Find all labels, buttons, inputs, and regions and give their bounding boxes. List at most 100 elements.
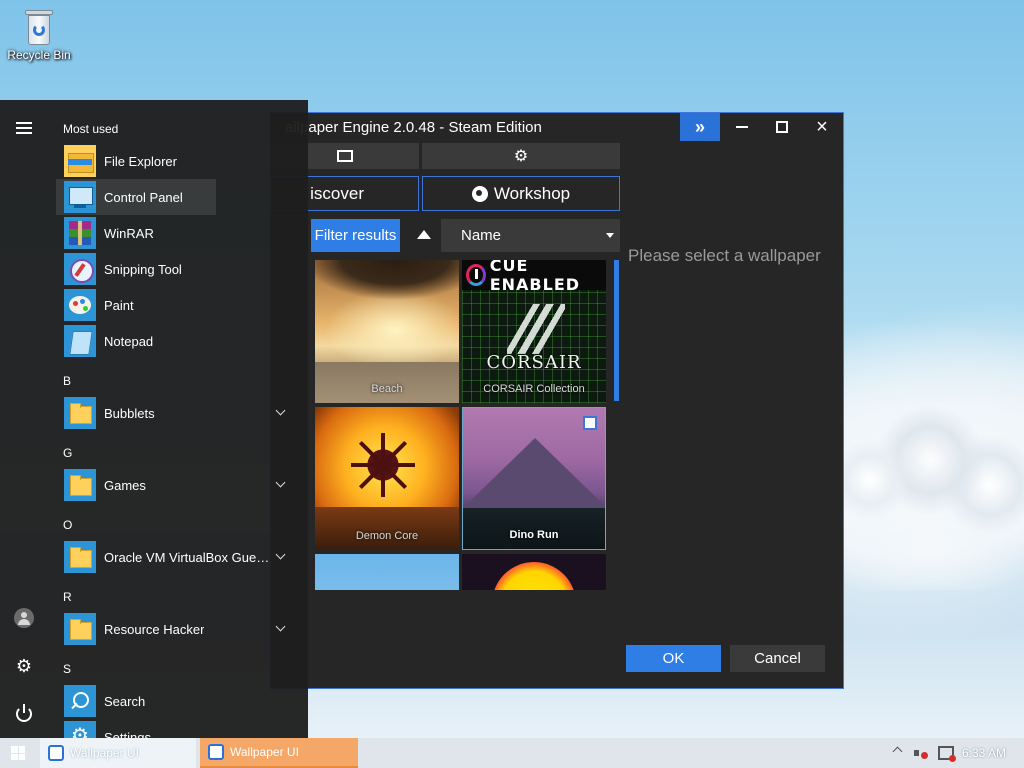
folder-games[interactable]: Games [56,467,306,503]
floor-thumbnail [315,507,459,550]
wallpaper-tile-partial-sun[interactable] [462,554,606,590]
wallpaper-engine-icon [208,744,224,760]
app-label: Search [104,693,146,709]
taskbar: Wallpaper UI Wallpaper UI 6:33 AM [0,738,1024,768]
snowy-trees-background [840,390,1024,590]
tab-workshop[interactable]: Workshop [422,176,620,211]
app-label: Oracle VM VirtualBox Guest A... [104,549,274,565]
letter-header-b[interactable]: B [63,374,71,388]
wallpaper-tile-demon-core[interactable]: Demon Core [315,407,459,550]
system-clock[interactable]: 6:33 AM [962,746,1006,760]
app-label: Snipping Tool [104,261,182,277]
start-menu: ⚙ Most used File Explorer Control Panel … [0,100,308,738]
letter-header-s[interactable]: S [63,662,71,676]
chevron-down-icon [275,549,286,560]
power-button[interactable] [0,696,48,732]
wallpaper-tile-beach[interactable]: Beach [315,260,459,403]
ok-button[interactable]: OK [626,645,721,672]
wallpaper-title: Beach [371,383,403,395]
expand-menu-button[interactable] [0,110,48,146]
mountain-thumbnail [463,438,605,508]
folder-icon [64,541,96,573]
taskbar-item-wallpaper-ui[interactable]: Wallpaper UI [40,738,196,768]
taskbar-item-label: Wallpaper UI [230,745,299,759]
letter-header-r[interactable]: R [63,590,72,604]
recycle-bin-icon [24,6,54,46]
cue-banner: CUE ENABLED [462,260,606,294]
notepad-icon [64,325,96,357]
folder-icon [64,613,96,645]
wallpaper-tile-dino-run[interactable]: Dino Run [462,407,606,550]
wallpaper-title: CORSAIR Collection [483,383,585,395]
app-winrar[interactable]: WinRAR [56,215,306,251]
account-button[interactable] [0,600,48,636]
control-panel-icon [64,181,96,213]
app-control-panel[interactable]: Control Panel [56,179,216,215]
volume-muted-icon[interactable] [914,746,928,760]
sort-by-value: Name [461,227,502,244]
app-paint[interactable]: Paint [56,287,306,323]
settings-button[interactable]: ⚙ [0,648,48,684]
corsair-sails-logo [507,304,565,354]
cancel-button[interactable]: Cancel [730,645,825,672]
maximize-button[interactable] [762,113,802,141]
windows-logo-icon [11,746,25,760]
tab-settings[interactable]: ⚙ [422,143,620,169]
folder-bubblets[interactable]: Bubblets [56,395,306,431]
folder-icon [64,469,96,501]
minimize-button[interactable] [722,113,762,141]
app-notepad[interactable]: Notepad [56,323,306,359]
cue-banner-text: CUE ENABLED [489,260,581,294]
app-label: Games [104,477,146,493]
expand-panel-button[interactable]: » [680,113,720,141]
wallpaper-engine-icon [48,745,64,761]
app-label: Control Panel [104,189,183,205]
wallpaper-engine-window: allpaper Engine 2.0.48 - Steam Edition »… [270,112,844,689]
start-button[interactable] [0,738,36,768]
start-rail: ⚙ [0,100,48,738]
recycle-bin-shortcut[interactable]: Recycle Bin [6,6,72,62]
app-label: File Explorer [104,153,177,169]
app-snipping-tool[interactable]: Snipping Tool [56,251,306,287]
tab-discover-label: iscover [310,183,364,203]
network-disconnected-icon[interactable] [938,746,956,762]
chevron-down-icon [275,405,286,416]
app-label: Settings [104,729,151,739]
app-label: Resource Hacker [104,621,205,637]
taskbar-item-wallpaper-ui-active[interactable]: Wallpaper UI [200,738,358,768]
cue-logo-icon [466,264,486,286]
snipping-tool-icon [64,253,96,285]
spiky-orb-thumbnail [351,433,415,497]
wallpaper-tile-partial-sky[interactable] [315,554,459,590]
window-title: allpaper Engine 2.0.48 - Steam Edition [285,119,542,136]
chevron-down-icon [275,621,286,632]
letter-header-o[interactable]: O [63,518,72,532]
app-label: Notepad [104,333,154,349]
title-bar[interactable]: allpaper Engine 2.0.48 - Steam Edition »… [271,113,843,143]
app-search[interactable]: Search [56,683,306,719]
select-wallpaper-message: Please select a wallpaper [628,246,821,265]
select-checkbox[interactable] [583,416,597,430]
wallpaper-grid: Beach CUE ENABLED CORSAIR CORSAIR Collec… [315,260,609,590]
paint-icon [64,289,96,321]
close-button[interactable]: × [802,113,842,141]
grid-scrollbar[interactable] [614,260,619,401]
user-icon [14,608,34,628]
recycle-bin-label: Recycle Bin [7,48,71,62]
folder-oracle-vm[interactable]: Oracle VM VirtualBox Guest A... [56,539,306,575]
sort-by-select[interactable]: Name [441,219,620,252]
settings-icon [64,721,96,738]
palm-leaves-thumbnail [315,260,459,340]
sun-thumbnail [492,562,576,590]
wallpaper-title: Dino Run [509,529,559,541]
letter-header-g[interactable]: G [63,446,72,460]
app-settings[interactable]: Settings [56,719,306,738]
wallpaper-tile-corsair[interactable]: CUE ENABLED CORSAIR CORSAIR Collection [462,260,606,403]
show-hidden-icons-chevron-icon[interactable] [892,746,903,757]
filter-results-button[interactable]: Filter results [311,219,400,252]
double-chevron-right-icon: » [694,116,705,137]
sort-ascending-icon[interactable] [417,230,431,239]
power-icon [16,704,32,722]
app-file-explorer[interactable]: File Explorer [56,143,306,179]
folder-resource-hacker[interactable]: Resource Hacker [56,611,306,647]
